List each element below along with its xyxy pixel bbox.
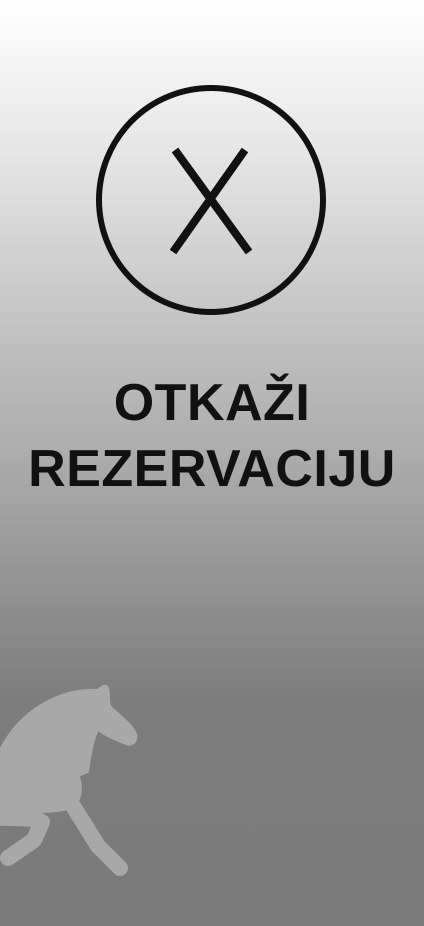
cancel-reservation-screen: OTKAŽI REZERVACIJU — [0, 0, 424, 926]
cancel-reservation-button[interactable]: OTKAŽI REZERVACIJU — [0, 60, 424, 520]
cancel-label-line2: REZERVACIJU — [28, 440, 396, 498]
cancel-reservation-label: OTKAŽI REZERVACIJU — [0, 370, 424, 502]
close-circle-icon — [96, 85, 326, 315]
horse-icon — [0, 684, 138, 876]
cancel-label-line1: OTKAŽI — [113, 374, 311, 432]
